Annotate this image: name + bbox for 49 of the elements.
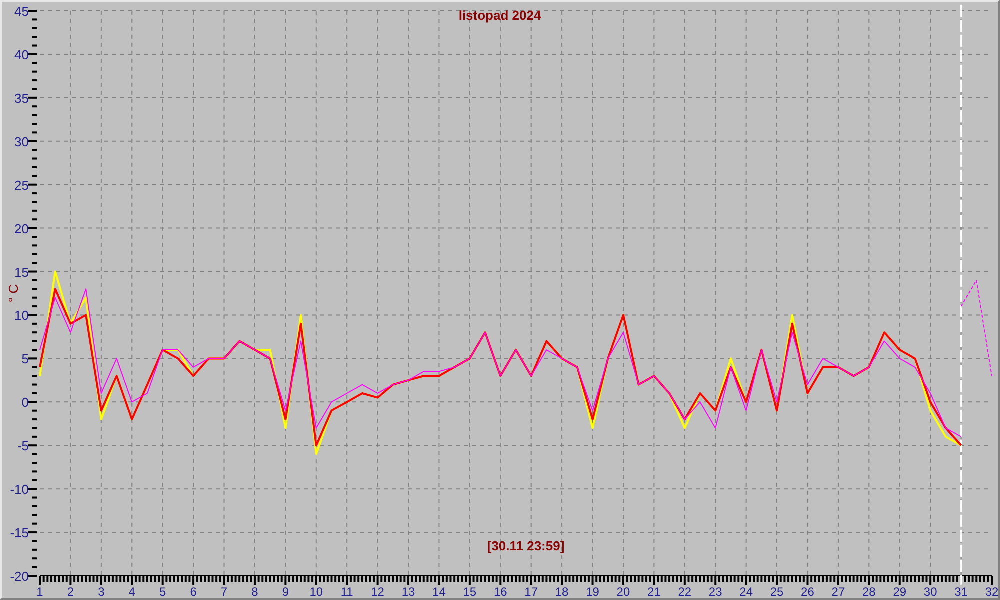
- tick-label: 40: [14, 47, 29, 62]
- tick-label: 4: [128, 585, 136, 598]
- tick-label: 30: [14, 134, 29, 150]
- tick-label: 5: [22, 352, 29, 367]
- tick-label: 1: [36, 585, 44, 598]
- tick-label: 32: [985, 585, 998, 598]
- tick-label: 13: [402, 585, 416, 598]
- tick-label: 17: [524, 585, 538, 598]
- tick-label: 2: [67, 585, 74, 598]
- tick-label: 31: [954, 585, 968, 598]
- tick-label: 22: [678, 585, 692, 598]
- tick-label: 15: [463, 585, 477, 598]
- tick-label: -5: [17, 438, 29, 454]
- tick-label: 0: [22, 395, 29, 410]
- tick-label: 6: [190, 585, 197, 598]
- tick-label: 10: [310, 585, 324, 598]
- tick-label: 21: [648, 585, 661, 598]
- tick-label: 15: [14, 264, 29, 280]
- tick-label: 7: [220, 585, 228, 598]
- tick-label: 27: [832, 585, 846, 598]
- tick-label: 24: [740, 585, 753, 598]
- tick-label: 5: [160, 585, 166, 598]
- tick-label: 29: [893, 585, 907, 598]
- tick-label: 12: [371, 585, 384, 598]
- tick-label: 9: [282, 585, 290, 598]
- tick-label: 11: [340, 585, 354, 598]
- tick-label: 8: [252, 585, 258, 598]
- tick-label: 26: [801, 585, 814, 598]
- tick-label: 10: [14, 308, 29, 324]
- chart-title: listopad 2024: [458, 8, 542, 23]
- tick-label: -15: [10, 526, 29, 541]
- y-axis-label: ° C: [6, 284, 21, 303]
- tick-label: 25: [770, 585, 784, 598]
- tick-label: 18: [555, 585, 569, 598]
- tick-label: 28: [862, 585, 876, 598]
- tick-label: 30: [924, 585, 938, 598]
- tick-label: 23: [708, 585, 722, 598]
- tick-label: 19: [586, 585, 600, 598]
- tick-label: 20: [616, 585, 630, 598]
- timestamp-label: [30.11 23:59]: [487, 538, 565, 554]
- tick-label: 25: [14, 178, 29, 193]
- tick-label: 3: [98, 585, 105, 598]
- tick-label: 16: [494, 585, 508, 598]
- tick-label: -10: [10, 482, 29, 498]
- tick-label: 45: [14, 4, 29, 19]
- tick-label: 20: [14, 221, 29, 236]
- tick-label: 35: [14, 90, 29, 106]
- tick-label: -20: [10, 569, 29, 584]
- tick-label: 14: [432, 585, 446, 598]
